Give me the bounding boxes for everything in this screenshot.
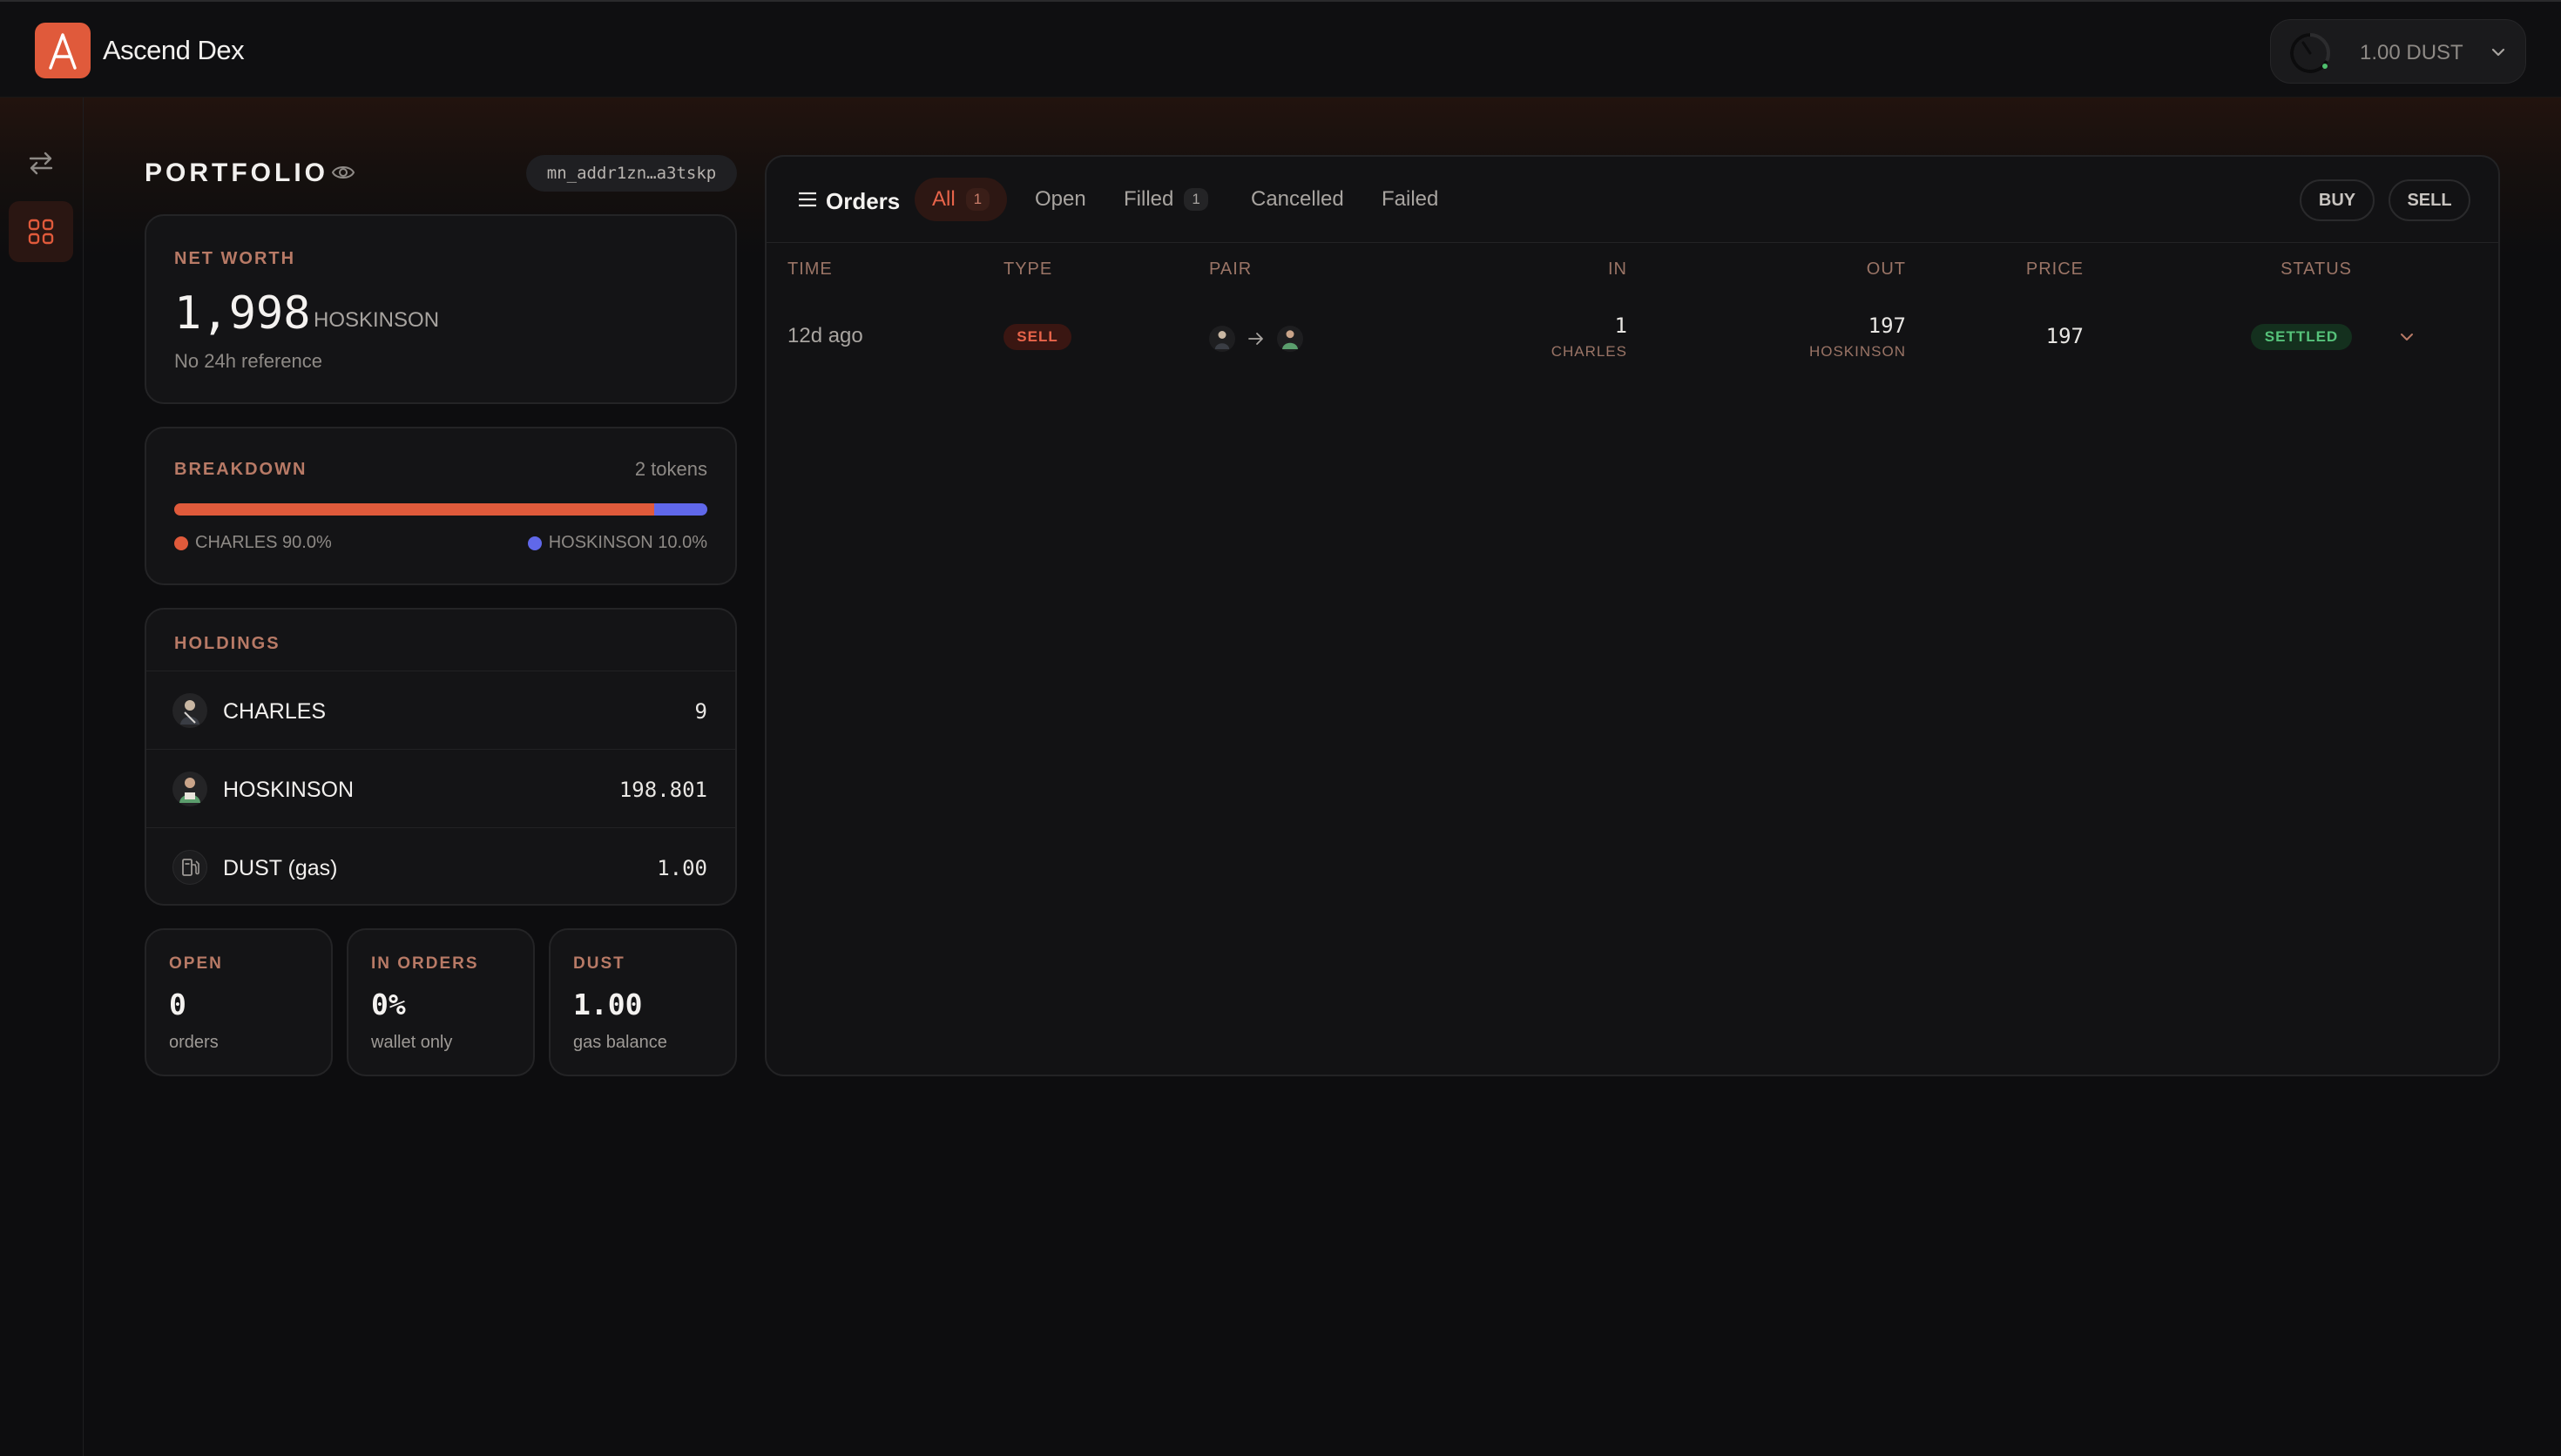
app-logo[interactable]: [35, 23, 91, 78]
column-header-out: OUT: [1866, 260, 1906, 279]
chevron-down-icon: [2491, 48, 2505, 57]
order-out-value: 197: [1868, 313, 1906, 338]
tab-failed[interactable]: Failed: [1382, 178, 1438, 221]
legend-hoskinson: HOSKINSON 10.0%: [527, 533, 707, 553]
net-worth-value: 1,998: [174, 287, 311, 340]
page-title: PORTFOLIO: [145, 158, 328, 187]
holding-row-charles[interactable]: CHARLES 9: [146, 671, 735, 749]
stat-sub: wallet only: [371, 1033, 453, 1052]
tab-all[interactable]: All 1: [915, 178, 1008, 221]
order-price: 197: [2045, 324, 2084, 348]
breakdown-label: BREAKDOWN: [174, 460, 307, 479]
status-badge: SETTLED: [2251, 324, 2352, 350]
logo-a-icon: [49, 33, 77, 70]
legend-label: HOSKINSON 10.0%: [548, 533, 707, 552]
stat-sub: gas balance: [573, 1033, 667, 1052]
top-bar: Ascend Dex 1.00 DUST: [0, 0, 2561, 98]
wallet-balance-button[interactable]: 1.00 DUST: [2270, 19, 2526, 84]
legend-dot: [174, 536, 188, 550]
column-header-type: TYPE: [1003, 260, 1053, 279]
breakdown-card: BREAKDOWN 2 tokens CHARLES 90.0% HOSKINS…: [145, 427, 737, 585]
breakdown-bar: [174, 503, 707, 516]
tab-open[interactable]: Open: [1035, 178, 1086, 221]
net-worth-sub: No 24h reference: [174, 350, 322, 372]
header-divider: [767, 242, 2498, 243]
stat-in-orders-card: IN ORDERS 0% wallet only: [347, 928, 535, 1076]
wallet-address[interactable]: mn_addr1zn…a3tskp: [526, 155, 737, 192]
net-worth-card: NET WORTH 1,998 HOSKINSON No 24h referen…: [145, 214, 737, 404]
menu-icon: [799, 192, 816, 207]
stat-label: DUST: [573, 954, 625, 973]
holdings-card: HOLDINGS CHARLES 9 HOSKINSON 198.801 DUS…: [145, 608, 737, 906]
stat-label: OPEN: [169, 954, 223, 973]
sidebar: [0, 98, 84, 1456]
holding-row-dust[interactable]: DUST (gas) 1.00: [146, 827, 735, 906]
holding-name: DUST (gas): [223, 856, 338, 880]
order-out-unit: HOSKINSON: [1808, 343, 1906, 360]
wallet-balance: 1.00 DUST: [2360, 41, 2463, 64]
fuel-pump-icon: [172, 850, 207, 885]
stat-value: 0%: [371, 988, 406, 1021]
stat-label: IN ORDERS: [371, 954, 479, 973]
holding-row-hoskinson[interactable]: HOSKINSON 198.801: [146, 749, 735, 827]
order-type-badge: SELL: [1003, 324, 1071, 350]
gauge-icon: [2290, 33, 2330, 73]
hoskinson-avatar-icon: [1277, 326, 1303, 352]
net-worth-label: NET WORTH: [174, 249, 296, 268]
holding-value: 1.00: [657, 856, 707, 880]
tab-count: 1: [965, 188, 990, 211]
tab-label: Failed: [1382, 187, 1439, 211]
chevron-down-icon[interactable]: [2397, 327, 2416, 347]
tab-label: Filled: [1124, 187, 1174, 211]
column-header-pair: PAIR: [1209, 260, 1253, 279]
tab-label: Cancelled: [1251, 187, 1344, 211]
holdings-label: HOLDINGS: [174, 634, 280, 653]
legend-charles: CHARLES 90.0%: [174, 533, 332, 553]
tab-filled[interactable]: Filled 1: [1124, 178, 1208, 221]
eye-icon[interactable]: [331, 162, 355, 183]
tab-label: Open: [1035, 187, 1086, 211]
holding-name: CHARLES: [223, 699, 327, 724]
breakdown-segment-charles: [174, 503, 654, 516]
holding-value: 198.801: [618, 778, 707, 802]
arrow-right-icon: [1248, 333, 1263, 345]
order-time: 12d ago: [787, 324, 863, 347]
legend-label: CHARLES 90.0%: [195, 533, 332, 552]
breakdown-segment-hoskinson: [653, 503, 707, 516]
grid-icon: [28, 219, 54, 245]
stat-sub: orders: [169, 1033, 219, 1052]
tab-cancelled[interactable]: Cancelled: [1251, 178, 1344, 221]
holding-name: HOSKINSON: [223, 778, 355, 802]
legend-dot: [527, 536, 542, 550]
column-header-price: PRICE: [2025, 260, 2084, 279]
stat-value: 0: [169, 988, 186, 1021]
column-header-time: TIME: [787, 260, 833, 279]
order-in-value: 1: [1614, 313, 1627, 338]
breakdown-token-count: 2 tokens: [634, 458, 707, 480]
column-header-status: STATUS: [2281, 260, 2352, 279]
holding-value: 9: [694, 699, 707, 724]
net-worth-unit: HOSKINSON: [314, 308, 440, 332]
tab-count: 1: [1184, 188, 1208, 211]
buy-button[interactable]: BUY: [2300, 179, 2375, 221]
app-title: Ascend Dex: [103, 35, 245, 65]
stat-dust-card: DUST 1.00 gas balance: [549, 928, 737, 1076]
sidebar-item-portfolio[interactable]: [9, 201, 73, 262]
hoskinson-avatar-icon: [172, 772, 207, 806]
sidebar-item-swap[interactable]: [9, 132, 73, 193]
tab-label: All: [932, 187, 956, 211]
orders-panel: Orders All 1 Open Filled 1 Cancelled Fai…: [765, 155, 2500, 1076]
charles-avatar-icon: [172, 693, 207, 728]
charles-avatar-icon: [1209, 326, 1235, 352]
stat-open-card: OPEN 0 orders: [145, 928, 333, 1076]
stat-value: 1.00: [573, 988, 643, 1021]
column-header-in: IN: [1608, 260, 1627, 279]
order-in-unit: CHARLES: [1551, 343, 1627, 360]
sell-button[interactable]: SELL: [2389, 179, 2470, 221]
swap-arrows-icon: [29, 152, 53, 175]
orders-title: Orders: [826, 188, 901, 214]
